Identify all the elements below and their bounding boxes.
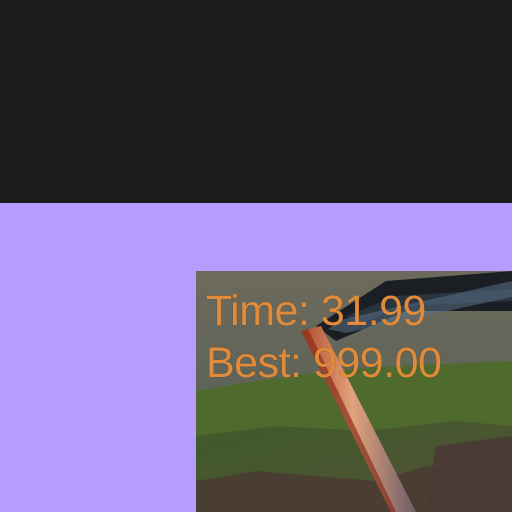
hud-overlay: Time: 31.99 Best: 999.00	[206, 285, 442, 389]
best-readout: Best: 999.00	[206, 337, 442, 389]
time-label: Time:	[206, 287, 310, 335]
top-dark-band	[0, 0, 512, 203]
best-label: Best:	[206, 339, 302, 387]
game-viewport[interactable]: Time: 31.99 Best: 999.00	[196, 271, 512, 512]
time-readout: Time: 31.99	[206, 285, 441, 337]
best-value: 999.00	[312, 339, 442, 387]
time-value: 31.99	[320, 287, 427, 335]
right-dirt	[426, 436, 512, 512]
